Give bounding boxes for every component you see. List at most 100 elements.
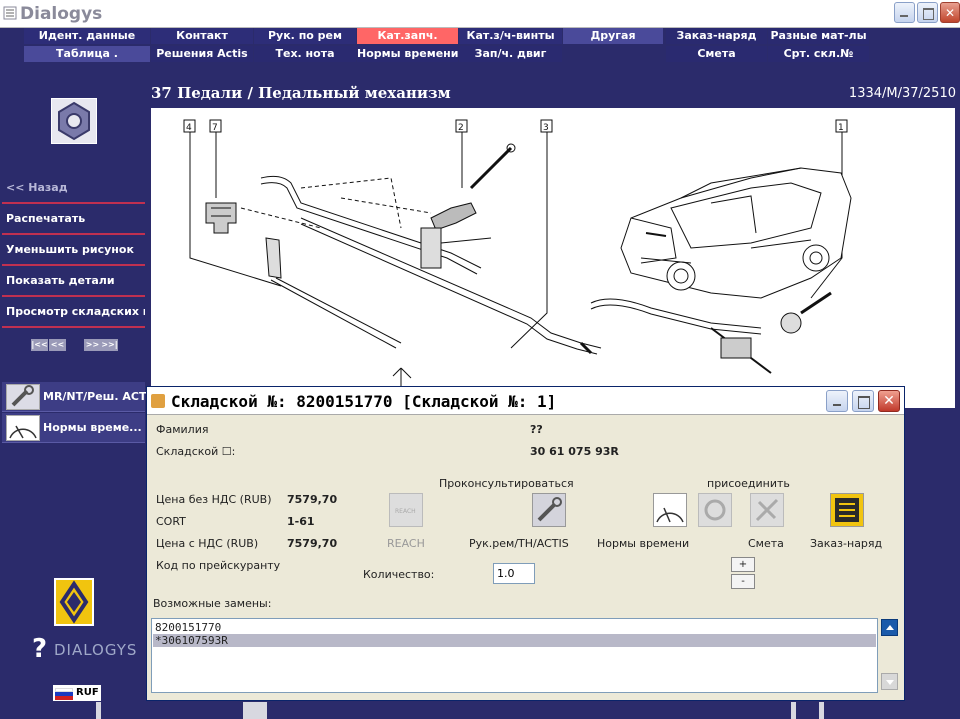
- price-ex-vat-value: 7579,70: [287, 493, 338, 506]
- callout-label-2: 2: [458, 123, 464, 133]
- zoom-out-button[interactable]: Уменьшить рисунок: [2, 238, 145, 266]
- callout-label-1: 1: [838, 123, 844, 133]
- list-item[interactable]: *306107593R: [153, 634, 876, 647]
- wrench-icon: [6, 384, 40, 410]
- gauge-icon: [6, 415, 40, 441]
- dialog-close-button[interactable]: ✕: [878, 390, 900, 412]
- app-titlebar: Dialogys ✕: [0, 0, 960, 28]
- tab-repair-manual[interactable]: Рук. по рем: [254, 28, 356, 44]
- close-button[interactable]: ✕: [940, 2, 960, 23]
- quantity-decrease-button[interactable]: -: [731, 574, 755, 589]
- svg-text:REACH: REACH: [395, 508, 416, 515]
- page-code: 1334/M/37/2510: [848, 86, 956, 101]
- parts-diagram-svg: 4 7 2 3 1: [183, 119, 852, 388]
- quantity-label: Количество:: [363, 568, 435, 581]
- tab-ident-data[interactable]: Идент. данные: [24, 28, 150, 44]
- labour-times-icon[interactable]: [653, 493, 687, 527]
- pager-next-button[interactable]: >>: [84, 339, 101, 351]
- dialogys-logo-icon: [3, 6, 17, 20]
- manual-actis-caption: Рук.рем/TH/ACTIS: [469, 537, 569, 550]
- renault-logo-icon: [54, 578, 94, 626]
- tab-tech-note[interactable]: Тех. нота: [254, 46, 356, 62]
- close-icon: ✕: [944, 6, 956, 20]
- attach-tools-icon[interactable]: [750, 493, 784, 527]
- tab-engine-parts[interactable]: Зап/ч. двиг: [459, 46, 562, 62]
- tab-work-order[interactable]: Заказ-наряд: [666, 28, 767, 44]
- page-title: 37 Педали / Педальный механизм: [151, 84, 451, 102]
- maximize-icon: [853, 391, 873, 411]
- reach-icon[interactable]: REACH: [389, 493, 423, 527]
- attach-label: присоединить: [707, 477, 790, 490]
- attach-part-icon[interactable]: [698, 493, 732, 527]
- shortcut-labour-label: Нормы време...: [43, 421, 142, 434]
- work-order-icon[interactable]: [830, 493, 864, 527]
- list-item[interactable]: 8200151770: [153, 621, 876, 634]
- show-details-button[interactable]: Показать детали: [2, 269, 145, 297]
- part-details-dialog: Складской №: 8200151770 [Складской №: 1]…: [146, 386, 905, 701]
- price-ex-vat-label: Цена без НДС (RUB): [156, 493, 272, 506]
- status-fragment: [819, 702, 824, 719]
- estimate-caption: Смета: [748, 537, 784, 550]
- status-fragment: [791, 702, 796, 719]
- stock-number-value: 30 61 075 93R: [530, 445, 619, 458]
- tab-screws-catalog[interactable]: Кат.з/ч-винты: [459, 28, 562, 44]
- cort-label: CORT: [156, 515, 186, 528]
- back-button[interactable]: << Назад: [2, 176, 145, 204]
- sidebar: << Назад Распечатать Уменьшить рисунок П…: [0, 80, 158, 701]
- shortcut-actis[interactable]: MR/NT/Реш. ACTIS: [2, 382, 158, 412]
- callout-label-7: 7: [212, 123, 218, 133]
- pager-last-button[interactable]: >>|: [101, 339, 118, 351]
- tab-stock-sort[interactable]: Срт. скл.№: [768, 46, 869, 62]
- status-bar: [0, 702, 960, 719]
- help-icon[interactable]: ?: [30, 633, 54, 666]
- dialog-minimize-button[interactable]: [826, 390, 848, 412]
- dialog-title: Складской №: 8200151770 [Складской №: 1]: [171, 392, 557, 411]
- tab-estimate[interactable]: Смета: [666, 46, 767, 62]
- quantity-increase-button[interactable]: +: [731, 557, 755, 572]
- price-inc-vat-value: 7579,70: [287, 537, 338, 550]
- parts-diagram[interactable]: 4 7 2 3 1: [151, 108, 955, 408]
- java-cup-icon: [151, 394, 165, 408]
- reach-caption: REACH: [387, 537, 425, 550]
- dialog-maximize-button[interactable]: [852, 390, 874, 412]
- tab-parts-catalog[interactable]: Кат.запч.: [357, 28, 458, 44]
- tab-misc-materials[interactable]: Разные мат-лы: [768, 28, 869, 44]
- tab-other[interactable]: Другая: [563, 28, 663, 44]
- status-fragment: [96, 702, 101, 719]
- tab-actis-solutions[interactable]: Решения Actis: [151, 46, 253, 62]
- tab-contact[interactable]: Контакт: [151, 28, 253, 44]
- nav-row-2: Таблица . Решения Actis Тех. нота Нормы …: [0, 46, 960, 64]
- scroll-down-button[interactable]: [881, 673, 898, 690]
- close-icon: ✕: [883, 393, 895, 409]
- scroll-up-button[interactable]: [881, 619, 898, 636]
- price-inc-vat-label: Цена с НДС (RUB): [156, 537, 259, 550]
- hex-nut-icon[interactable]: [51, 98, 97, 144]
- substitutes-label: Возможные замены:: [153, 597, 272, 610]
- tab-table[interactable]: Таблица .: [24, 46, 150, 62]
- nav-row-1: Идент. данные Контакт Рук. по рем Кат.за…: [0, 28, 960, 46]
- maximize-button[interactable]: [917, 2, 938, 23]
- flag-stripe-red: [55, 696, 73, 700]
- stock-number-label: Складской ☐:: [156, 445, 236, 458]
- language-selector[interactable]: RUF: [53, 685, 101, 701]
- dialogys-brand: DIALOGYS: [54, 641, 138, 659]
- manual-actis-icon[interactable]: [532, 493, 566, 527]
- work-order-caption: Заказ-наряд: [810, 537, 883, 550]
- print-button[interactable]: Распечатать: [2, 207, 145, 235]
- dialog-titlebar: Складской №: 8200151770 [Складской №: 1]…: [147, 387, 904, 415]
- status-fragment: [243, 702, 267, 719]
- maximize-icon: [918, 3, 937, 22]
- minimize-button[interactable]: [894, 2, 915, 23]
- pager-first-button[interactable]: |<<: [31, 339, 48, 351]
- price-list-code-label: Код по прейскуранту: [156, 559, 281, 572]
- quantity-input[interactable]: 1.0: [493, 563, 535, 584]
- substitutes-list[interactable]: 8200151770 *306107593R: [151, 618, 878, 693]
- family-label: Фамилия: [156, 423, 209, 436]
- consult-label: Проконсультироваться: [439, 477, 574, 490]
- shortcut-labour-times[interactable]: Нормы време...: [2, 413, 145, 443]
- language-code: RUF: [76, 687, 99, 698]
- view-stock-numbers-button[interactable]: Просмотр складских но...: [2, 300, 145, 328]
- tab-labour-times[interactable]: Нормы времени: [357, 46, 458, 62]
- pager-prev-button[interactable]: <<: [49, 339, 66, 351]
- shortcut-actis-label: MR/NT/Реш. ACTIS: [43, 390, 159, 403]
